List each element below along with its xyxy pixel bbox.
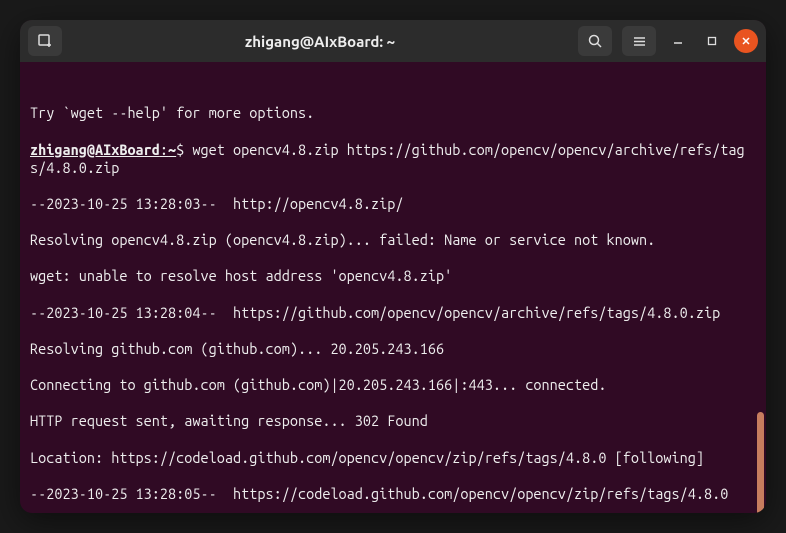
close-button[interactable] — [734, 29, 758, 53]
output-line: Resolving opencv4.8.zip (opencv4.8.zip).… — [30, 231, 756, 249]
new-tab-icon — [37, 33, 53, 49]
minimize-icon — [673, 36, 683, 46]
maximize-icon — [707, 36, 717, 46]
search-button[interactable] — [578, 26, 612, 56]
close-icon — [741, 36, 751, 46]
output-line: Resolving github.com (github.com)... 20.… — [30, 340, 756, 358]
minimize-button[interactable] — [666, 29, 690, 53]
titlebar: zhigang@AIxBoard: ~ — [20, 20, 766, 62]
output-line: Location: https://codeload.github.com/op… — [30, 449, 756, 467]
output-line: Connecting to github.com (github.com)|20… — [30, 376, 756, 394]
window-title: zhigang@AIxBoard: ~ — [70, 33, 570, 50]
prompt-user: zhigang@AIxBoard — [30, 141, 160, 158]
new-tab-button[interactable] — [28, 26, 62, 56]
prompt-path: ~ — [168, 141, 176, 158]
maximize-button[interactable] — [700, 29, 724, 53]
prompt-line: zhigang@AIxBoard:~$ wget opencv4.8.zip h… — [30, 141, 756, 177]
prompt-dollar: $ — [176, 141, 192, 158]
output-line: --2023-10-25 13:28:03-- http://opencv4.8… — [30, 195, 756, 213]
hamburger-icon — [632, 34, 647, 49]
search-icon — [588, 34, 603, 49]
output-line: wget: unable to resolve host address 'op… — [30, 267, 756, 285]
menu-button[interactable] — [622, 26, 656, 56]
scrollbar-thumb[interactable] — [757, 412, 764, 513]
titlebar-controls — [578, 26, 758, 56]
output-line: Try `wget --help' for more options. — [30, 104, 756, 122]
prompt-sep: : — [160, 141, 168, 158]
output-line: HTTP request sent, awaiting response... … — [30, 412, 756, 430]
terminal-window: zhigang@AIxBoard: ~ Try `wget --help' fo… — [20, 20, 766, 513]
terminal-output[interactable]: Try `wget --help' for more options. zhig… — [20, 62, 766, 513]
output-line: --2023-10-25 13:28:04-- https://github.c… — [30, 304, 756, 322]
output-line: --2023-10-25 13:28:05-- https://codeload… — [30, 485, 756, 503]
